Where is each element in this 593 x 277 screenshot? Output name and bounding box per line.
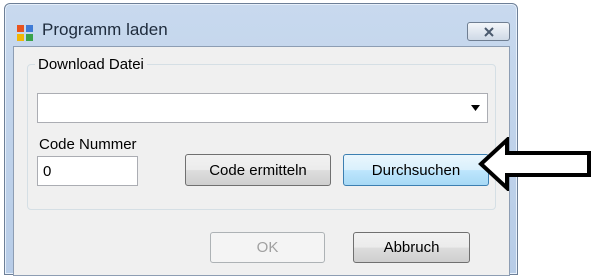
download-groupbox: Download Datei Code Nummer Code ermittel… [27,56,496,210]
close-x-icon [483,26,494,37]
window-title: Programm laden [42,20,168,39]
app-window-icon [17,25,33,41]
determine-code-button[interactable]: Code ermitteln [185,154,331,186]
cancel-button[interactable]: Abbruch [353,232,470,263]
download-group-label: Download Datei [35,56,147,74]
close-button[interactable] [467,22,510,41]
download-file-combobox[interactable] [37,93,488,123]
code-number-label: Code Nummer [39,136,137,153]
browse-button[interactable]: Durchsuchen [343,154,489,186]
title-bar[interactable]: Programm laden [5,4,517,48]
chevron-down-icon[interactable] [471,105,480,111]
code-number-input[interactable] [37,156,138,186]
dialog-window: Programm laden Download Datei Code Numme… [4,3,518,276]
ok-button[interactable]: OK [210,232,325,263]
dialog-client-area: Download Datei Code Nummer Code ermittel… [13,46,510,276]
pointer-arrow-icon [478,137,591,191]
